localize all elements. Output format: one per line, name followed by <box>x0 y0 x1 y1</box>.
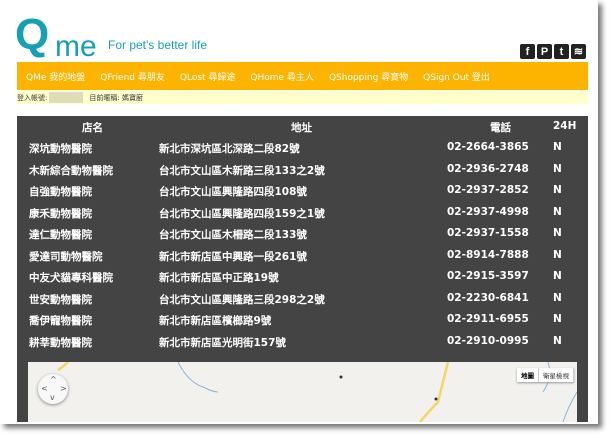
clinic-name: 喬伊寵物醫院 <box>29 315 92 327</box>
tagline: For pet's better life <box>108 38 207 52</box>
clinic-24h: N <box>553 227 562 239</box>
table-row: 耕莘動物醫院 新北市新店區光明街157號 02-2910-0995 N <box>17 332 588 352</box>
table-row: 喬伊寵物醫院 新北市新店區檳榔路9號 02-2911-6955 N <box>17 310 588 330</box>
twitter-icon[interactable]: t <box>554 44 569 59</box>
table-header: 店名 地址 電話 24H <box>17 117 588 137</box>
table-row: 世安動物醫院 台北市文山區興隆路三段298之2號 02-2230-6841 N <box>17 289 588 309</box>
pan-down-icon[interactable]: v <box>50 393 55 402</box>
facebook-icon[interactable]: f <box>520 44 535 59</box>
clinic-name: 達仁動物醫院 <box>29 229 92 241</box>
clinic-phone: 02-8914-7888 <box>447 248 529 261</box>
table-row: 中友犬貓專科醫院 新北市新店區中正路19號 02-2915-3597 N <box>17 267 588 287</box>
clinic-address: 台北市文山區興隆路四段108號 <box>159 186 307 198</box>
clinic-phone: 02-2936-2748 <box>447 162 529 175</box>
logo-q: Q <box>15 10 49 59</box>
clinic-name: 世安動物醫院 <box>29 293 92 306</box>
nickname-label: 目前暱稱: <box>89 93 120 102</box>
nav-qhome[interactable]: QHome 尋主人 <box>250 70 314 83</box>
clinic-address: 台北市文山區興隆路四段159之1號 <box>159 207 325 220</box>
clinic-phone: 02-2937-2852 <box>447 184 529 196</box>
clinic-phone: 02-2910-0995 <box>447 334 529 347</box>
clinic-address: 新北市深坑區北深路二段82號 <box>159 143 300 155</box>
header-phone: 電話 <box>490 122 511 134</box>
table-row: 康禾動物醫院 台北市文山區興隆路四段159之1號 02-2937-4998 N <box>17 203 588 223</box>
nav-qlost[interactable]: QLost 尋歸途 <box>180 70 236 83</box>
map[interactable]: ^ v < > 地圖 衛星檢視 <box>28 362 577 422</box>
page: Q me For pet's better life f P t ≋ QMe 我… <box>0 0 598 424</box>
clinic-name: 愛達司動物醫院 <box>29 250 103 263</box>
map-pan-control[interactable]: ^ v < > <box>38 374 68 404</box>
nav-qsignout[interactable]: QSign Out 登出 <box>423 70 490 83</box>
clinic-table-panel: 店名 地址 電話 24H 深坑動物醫院 新北市深坑區北深路二段82號 02-2664… <box>17 116 588 422</box>
clinic-phone: 02-2911-6955 <box>447 313 529 325</box>
clinic-24h: N <box>553 270 562 282</box>
pinterest-icon[interactable]: P <box>537 44 552 59</box>
nav-qshopping[interactable]: QShopping 尋寶物 <box>329 70 408 83</box>
map-type-satellite-button[interactable]: 衛星檢視 <box>539 368 574 382</box>
clinic-24h: N <box>553 205 562 218</box>
header-24h: 24H <box>553 120 577 132</box>
clinic-address: 台北市文山區興隆路三段298之2號 <box>159 293 325 306</box>
clinic-address: 新北市新店區光明街157號 <box>159 336 286 349</box>
header-address: 地址 <box>291 122 312 134</box>
nickname-value: 媽寶廚 <box>121 93 143 102</box>
map-terrain <box>57 362 577 422</box>
clinic-name: 耕莘動物醫院 <box>29 336 92 349</box>
clinic-name: 深坑動物醫院 <box>29 143 92 155</box>
clinic-name: 中友犬貓專科醫院 <box>29 272 113 284</box>
clinic-24h: N <box>553 291 562 304</box>
clinic-phone: 02-2230-6841 <box>447 291 529 304</box>
account-label: 登入帳號: <box>17 93 48 102</box>
table-row: 愛達司動物醫院 新北市新店區中興路一段261號 02-8914-7888 N <box>17 246 588 266</box>
clinic-address: 新北市新店區中興路一段261號 <box>159 250 307 263</box>
nav-qme[interactable]: QMe 我的地盤 <box>26 70 85 83</box>
map-type-control: 地圖 衛星檢視 <box>517 368 574 382</box>
logo-me: me <box>55 30 97 63</box>
clinic-address: 新北市新店區檳榔路9號 <box>159 315 272 327</box>
clinic-phone: 02-2937-4998 <box>447 205 529 218</box>
social-links: f P t ≋ <box>520 44 586 59</box>
login-status-bar: 登入帳號: 目前暱稱: 媽寶廚 <box>17 91 588 104</box>
clinic-phone: 02-2937-1558 <box>447 227 529 239</box>
clinic-name: 自強動物醫院 <box>29 186 92 198</box>
clinic-24h: N <box>553 141 562 153</box>
nav-qfriend[interactable]: QFriend 尋朋友 <box>100 70 165 83</box>
clinic-address: 台北市文山區木柵路二段133號 <box>159 229 307 241</box>
clinic-phone: 02-2664-3865 <box>447 141 529 153</box>
table-row: 木新綜合動物醫院 台北市文山區木新路三段133之2號 02-2936-2748 N <box>17 160 588 180</box>
table-row: 深坑動物醫院 新北市深坑區北深路二段82號 02-2664-3865 N <box>17 138 588 158</box>
table-row: 自強動物醫院 台北市文山區興隆路四段108號 02-2937-2852 N <box>17 181 588 201</box>
pan-left-icon[interactable]: < <box>41 384 48 393</box>
clinic-name: 木新綜合動物醫院 <box>29 164 113 177</box>
clinic-24h: N <box>553 248 562 261</box>
main-nav: QMe 我的地盤 QFriend 尋朋友 QLost 尋歸途 QHome 尋主人… <box>17 62 588 90</box>
table-row: 達仁動物醫院 台北市文山區木柵路二段133號 02-2937-1558 N <box>17 224 588 244</box>
pan-up-icon[interactable]: ^ <box>50 375 57 384</box>
clinic-24h: N <box>553 162 562 175</box>
clinic-24h: N <box>553 184 562 196</box>
clinic-phone: 02-2915-3597 <box>447 270 529 282</box>
clinic-address: 新北市新店區中正路19號 <box>159 272 279 284</box>
pan-right-icon[interactable]: > <box>60 384 67 393</box>
clinic-address: 台北市文山區木新路三段133之2號 <box>159 164 325 177</box>
clinic-name: 康禾動物醫院 <box>29 207 92 220</box>
header-name: 店名 <box>82 122 103 134</box>
map-type-map-button[interactable]: 地圖 <box>517 368 539 382</box>
clinic-24h: N <box>553 334 562 347</box>
clinic-24h: N <box>553 313 562 325</box>
rss-icon[interactable]: ≋ <box>571 44 586 59</box>
account-value <box>49 92 84 103</box>
